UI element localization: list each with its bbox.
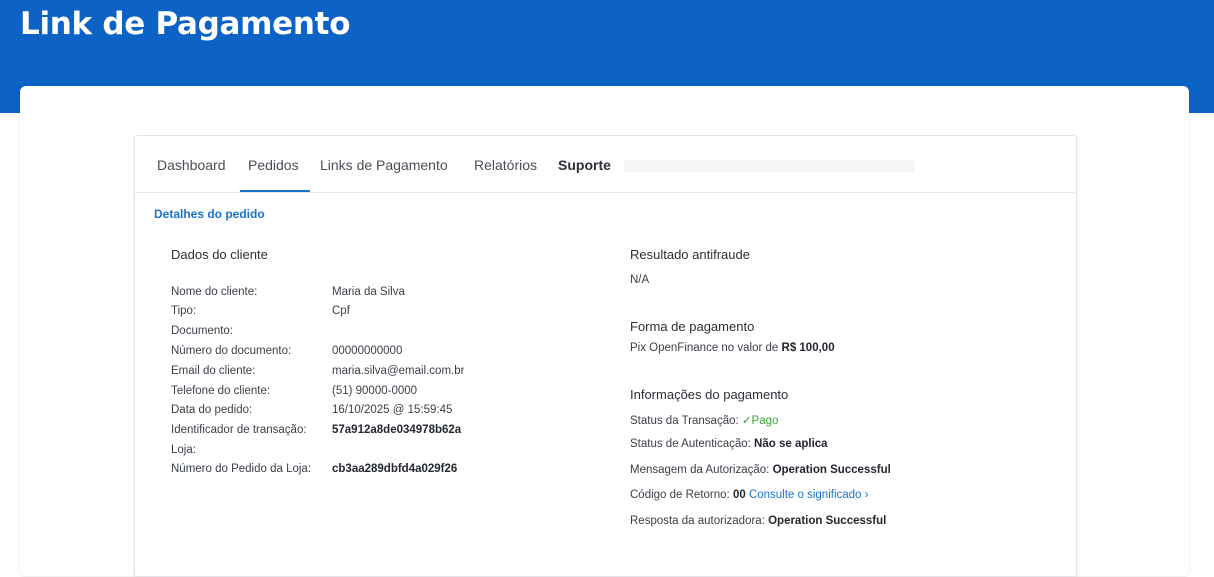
order-date-value: 16/10/2025 @ 15:59:45 bbox=[332, 404, 453, 416]
tab-pedidos[interactable]: Pedidos bbox=[248, 157, 299, 173]
authorizer-response-row: Resposta da autorizadora: Operation Succ… bbox=[630, 515, 886, 527]
document-number-label: Número do documento: bbox=[171, 345, 292, 357]
consult-meaning-label: Consulte o significado bbox=[748, 489, 862, 501]
tab-relatorios[interactable]: Relatórios bbox=[474, 157, 537, 173]
transaction-status-row: Status da Transação: ✓Pago bbox=[630, 413, 778, 427]
antifraud-value: N/A bbox=[630, 274, 650, 286]
authorization-message-value: Operation Successful bbox=[772, 464, 891, 476]
document-number-value: 00000000000 bbox=[332, 345, 403, 357]
payment-method-text: Pix OpenFinance no valor de bbox=[630, 342, 779, 354]
transaction-id-value: 57a912a8de034978b62a bbox=[332, 424, 462, 436]
order-details-heading[interactable]: Detalhes do pedido bbox=[154, 207, 265, 221]
tab-suporte[interactable]: Suporte bbox=[558, 157, 611, 173]
authorizer-response-label: Resposta da autorizadora: bbox=[630, 515, 765, 527]
active-tab-indicator bbox=[240, 190, 310, 192]
tab-dashboard[interactable]: Dashboard bbox=[157, 157, 226, 173]
return-code-row: Código de Retorno: 00 Consulte o signifi… bbox=[630, 489, 869, 501]
consult-meaning-link[interactable]: Consulte o significado › bbox=[749, 489, 869, 501]
authorizer-response-value: Operation Successful bbox=[768, 515, 887, 527]
client-phone-label: Telefone do cliente: bbox=[171, 385, 271, 397]
client-phone-value: (51) 90000-0000 bbox=[332, 385, 418, 397]
chevron-right-icon: › bbox=[864, 489, 869, 501]
store-order-number-label: Número do Pedido da Loja: bbox=[171, 463, 312, 475]
authorization-message-label: Mensagem da Autorização: bbox=[630, 464, 770, 476]
authentication-status-value: Não se aplica bbox=[754, 438, 828, 450]
app-title: Link de Pagamento bbox=[20, 6, 351, 42]
antifraud-title: Resultado antifraude bbox=[630, 247, 750, 262]
client-type-value: Cpf bbox=[332, 305, 350, 317]
client-name-label: Nome do cliente: bbox=[171, 286, 258, 298]
client-email-label: Email do cliente: bbox=[171, 365, 256, 377]
payment-method-title: Forma de pagamento bbox=[630, 319, 755, 334]
store-label: Loja: bbox=[171, 444, 196, 456]
client-name-value: Maria da Silva bbox=[332, 286, 405, 298]
check-icon: ✓ bbox=[741, 415, 752, 427]
authorization-message-row: Mensagem da Autorização: Operation Succe… bbox=[630, 464, 891, 476]
store-order-number-value: cb3aa289dbfd4a029f26 bbox=[332, 463, 458, 475]
document-label: Documento: bbox=[171, 325, 234, 337]
order-date-label: Data do pedido: bbox=[171, 404, 253, 416]
payment-method-line: Pix OpenFinance no valor de R$ 100,00 bbox=[630, 342, 835, 354]
authentication-status-row: Status de Autenticação: Não se aplica bbox=[630, 438, 828, 450]
transaction-id-label: Identificador de transação: bbox=[171, 424, 307, 436]
client-data-title: Dados do cliente bbox=[171, 247, 268, 262]
tab-links-de-pagamento[interactable]: Links de Pagamento bbox=[320, 157, 448, 173]
authentication-status-label: Status de Autenticação: bbox=[630, 438, 751, 450]
client-email-value: maria.silva@email.com.br bbox=[332, 365, 465, 377]
payment-info-title: Informações do pagamento bbox=[630, 387, 789, 402]
return-code-value: 00 bbox=[732, 489, 746, 501]
payment-amount: R$ 100,00 bbox=[781, 342, 835, 354]
client-type-label: Tipo: bbox=[171, 305, 197, 317]
nav-tabs: Dashboard Pedidos Links de Pagamento Rel… bbox=[134, 136, 1075, 193]
tab-placeholder-bar bbox=[624, 160, 914, 172]
transaction-status-label: Status da Transação: bbox=[630, 415, 739, 427]
transaction-status-value: Pago bbox=[751, 415, 779, 427]
return-code-label: Código de Retorno: bbox=[630, 489, 730, 501]
